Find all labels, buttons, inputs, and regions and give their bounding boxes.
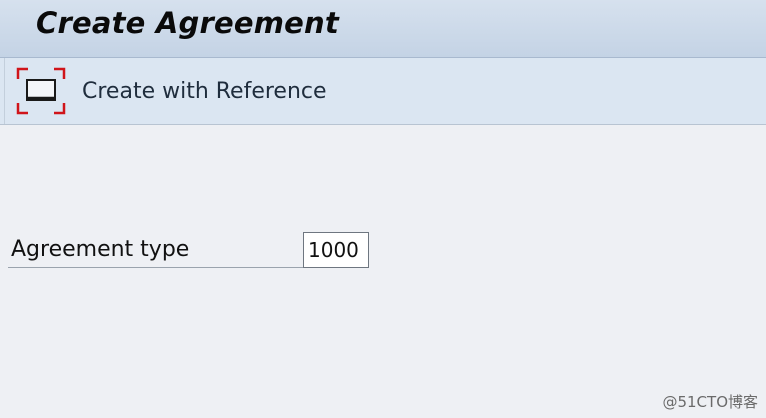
create-with-reference-button[interactable]: Create with Reference	[14, 63, 327, 119]
toolbar-divider	[4, 58, 5, 124]
create-with-reference-label: Create with Reference	[82, 78, 327, 104]
agreement-type-label: Agreement type	[11, 237, 190, 262]
agreement-type-input[interactable]	[303, 232, 369, 268]
agreement-type-row: Agreement type	[8, 232, 370, 270]
page-title: Create Agreement	[36, 6, 339, 40]
create-with-reference-icon	[14, 65, 68, 117]
title-bar: Create Agreement	[0, 0, 766, 58]
application-toolbar: Create with Reference	[0, 58, 766, 125]
field-label-underline	[8, 267, 303, 268]
watermark: @51CTO博客	[662, 393, 758, 411]
